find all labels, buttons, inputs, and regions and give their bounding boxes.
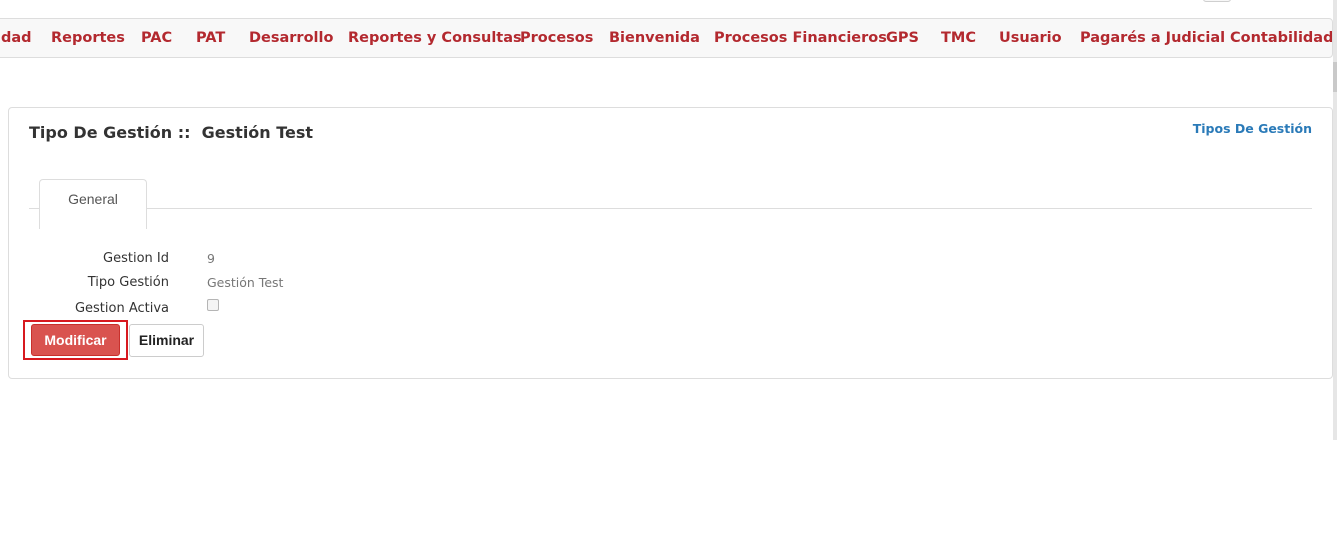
- tab-general[interactable]: General: [39, 179, 147, 229]
- tipo-gestion-value: Gestión Test: [207, 275, 284, 290]
- main-navbar: dad Reportes PAC PAT Desarrollo Reportes…: [0, 18, 1333, 58]
- tipos-de-gestion-link[interactable]: Tipos De Gestión: [1193, 121, 1312, 136]
- nav-item-desarrollo[interactable]: Desarrollo: [249, 19, 333, 57]
- nav-item-bienvenida[interactable]: Bienvenida: [609, 19, 700, 57]
- nav-item-contabilidad[interactable]: Contabilidad: [1230, 19, 1332, 57]
- gestion-activa-checkbox[interactable]: [207, 299, 219, 311]
- nav-item-usuario[interactable]: Usuario: [999, 19, 1062, 57]
- gestion-activa-label: Gestion Activa: [74, 301, 169, 316]
- modificar-button[interactable]: Modificar: [31, 324, 120, 356]
- page-scrollbar[interactable]: [1333, 0, 1337, 440]
- tipo-gestion-label: Tipo Gestión: [87, 275, 169, 290]
- eliminar-button[interactable]: Eliminar: [129, 324, 204, 357]
- tabs-divider: [29, 208, 1312, 209]
- nav-item-procesos[interactable]: Procesos: [520, 19, 593, 57]
- tab-general-label: General: [68, 191, 118, 207]
- nav-item-gps[interactable]: GPS: [886, 19, 919, 57]
- scrollbar-thumb[interactable]: [1333, 62, 1337, 92]
- nav-item-procesos-financieros[interactable]: Procesos Financieros: [714, 19, 887, 57]
- page-title: Tipo De Gestión :: Gestión Test: [29, 123, 313, 142]
- nav-item-pac[interactable]: PAC: [141, 19, 172, 57]
- nav-item-dad[interactable]: dad: [1, 19, 32, 57]
- nav-item-tmc[interactable]: TMC: [941, 19, 976, 57]
- detail-panel: Tipo De Gestión :: Gestión Test Tipos De…: [8, 107, 1333, 379]
- nav-item-reportes[interactable]: Reportes: [51, 19, 125, 57]
- top-control-edge: [1203, 0, 1231, 2]
- gestion-id-value: 9: [207, 251, 215, 266]
- nav-item-pagares-a-judicial[interactable]: Pagarés a Judicial: [1080, 19, 1225, 57]
- gestion-id-label: Gestion Id: [103, 251, 169, 266]
- page-title-prefix: Tipo De Gestión ::: [29, 123, 191, 142]
- nav-item-reportes-y-consultas[interactable]: Reportes y Consultas: [348, 19, 522, 57]
- nav-item-pat[interactable]: PAT: [196, 19, 225, 57]
- page-title-name: Gestión Test: [201, 123, 314, 142]
